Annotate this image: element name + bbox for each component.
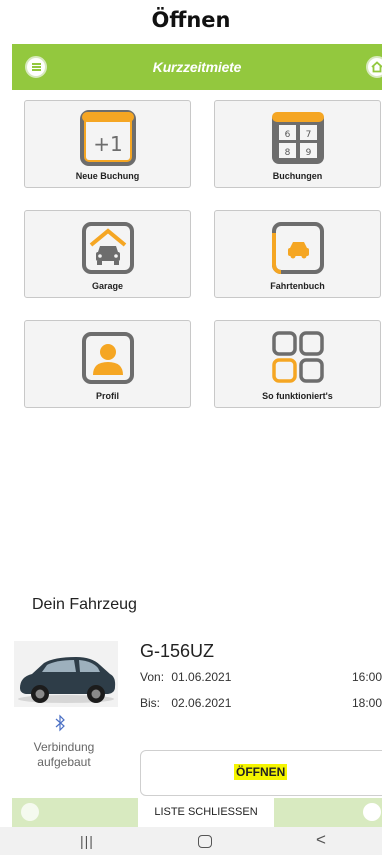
tile-label: So funktioniert's xyxy=(262,391,333,401)
booking-from-row: Von: 01.06.2021 xyxy=(140,670,231,684)
from-label: Von: xyxy=(140,670,165,684)
header-title: Kurzzeitmiete xyxy=(152,59,242,75)
booking-to-row: Bis: 02.06.2021 xyxy=(140,696,231,710)
profile-icon xyxy=(81,332,134,384)
tile-label: Profil xyxy=(95,391,119,401)
open-button-label: ÖFFNEN xyxy=(234,764,288,780)
recents-icon[interactable]: ||| xyxy=(80,833,94,849)
from-date: 01.06.2021 xyxy=(171,670,232,684)
apps-grid-icon xyxy=(271,331,324,383)
home-icon xyxy=(371,61,382,73)
tile-label: Neue Buchung xyxy=(75,171,140,181)
tile-profil[interactable]: Profil xyxy=(24,320,191,408)
svg-text:9: 9 xyxy=(305,148,311,158)
svg-text:+1: +1 xyxy=(93,132,122,156)
vehicle-section-title: Dein Fahrzeug xyxy=(32,596,137,613)
tile-label: Garage xyxy=(91,281,124,291)
back-nav-icon[interactable]: < xyxy=(316,830,326,850)
header-bar: Kurzzeitmiete xyxy=(12,44,382,90)
from-time: 16:00 xyxy=(351,670,382,684)
tile-buchungen[interactable]: 6 7 8 9 Buchungen xyxy=(214,100,381,188)
open-vehicle-button[interactable]: ÖFFNEN xyxy=(140,750,382,796)
to-date: 02.06.2021 xyxy=(171,696,232,710)
screen-caption: Öffnen xyxy=(151,8,231,32)
license-plate: G-156UZ xyxy=(140,641,215,661)
tile-so-funktionierts[interactable]: So funktioniert's xyxy=(214,320,381,408)
home-nav-icon[interactable] xyxy=(198,835,212,848)
tile-label: Buchungen xyxy=(272,171,323,181)
to-label: Bis: xyxy=(140,696,161,710)
bluetooth-icon xyxy=(55,714,65,732)
logout-circle-icon[interactable] xyxy=(363,803,381,821)
tile-label: Fahrtenbuch xyxy=(270,281,325,291)
tile-neue-buchung[interactable]: +1 Neue Buchung xyxy=(24,100,191,188)
home-button[interactable] xyxy=(366,56,382,78)
car-logbook-icon xyxy=(271,222,324,274)
calendar-grid-icon: 6 7 8 9 xyxy=(271,112,324,164)
bottom-bar: LISTE SCHLIESSEN xyxy=(12,798,382,827)
connection-status: Verbindung aufgebaut xyxy=(33,740,95,769)
android-nav-bar: ||| < xyxy=(0,827,382,855)
garage-icon xyxy=(81,222,134,274)
svg-text:8: 8 xyxy=(284,148,290,158)
svg-text:6: 6 xyxy=(284,130,290,140)
tile-fahrtenbuch[interactable]: Fahrtenbuch xyxy=(214,210,381,298)
svg-text:7: 7 xyxy=(305,130,311,140)
car-image xyxy=(14,641,118,707)
close-list-button[interactable]: LISTE SCHLIESSEN xyxy=(138,798,274,827)
back-circle-icon[interactable] xyxy=(21,803,39,821)
to-time: 18:00 xyxy=(351,696,382,710)
plus-one-icon: +1 xyxy=(79,110,136,166)
tile-garage[interactable]: Garage xyxy=(24,210,191,298)
